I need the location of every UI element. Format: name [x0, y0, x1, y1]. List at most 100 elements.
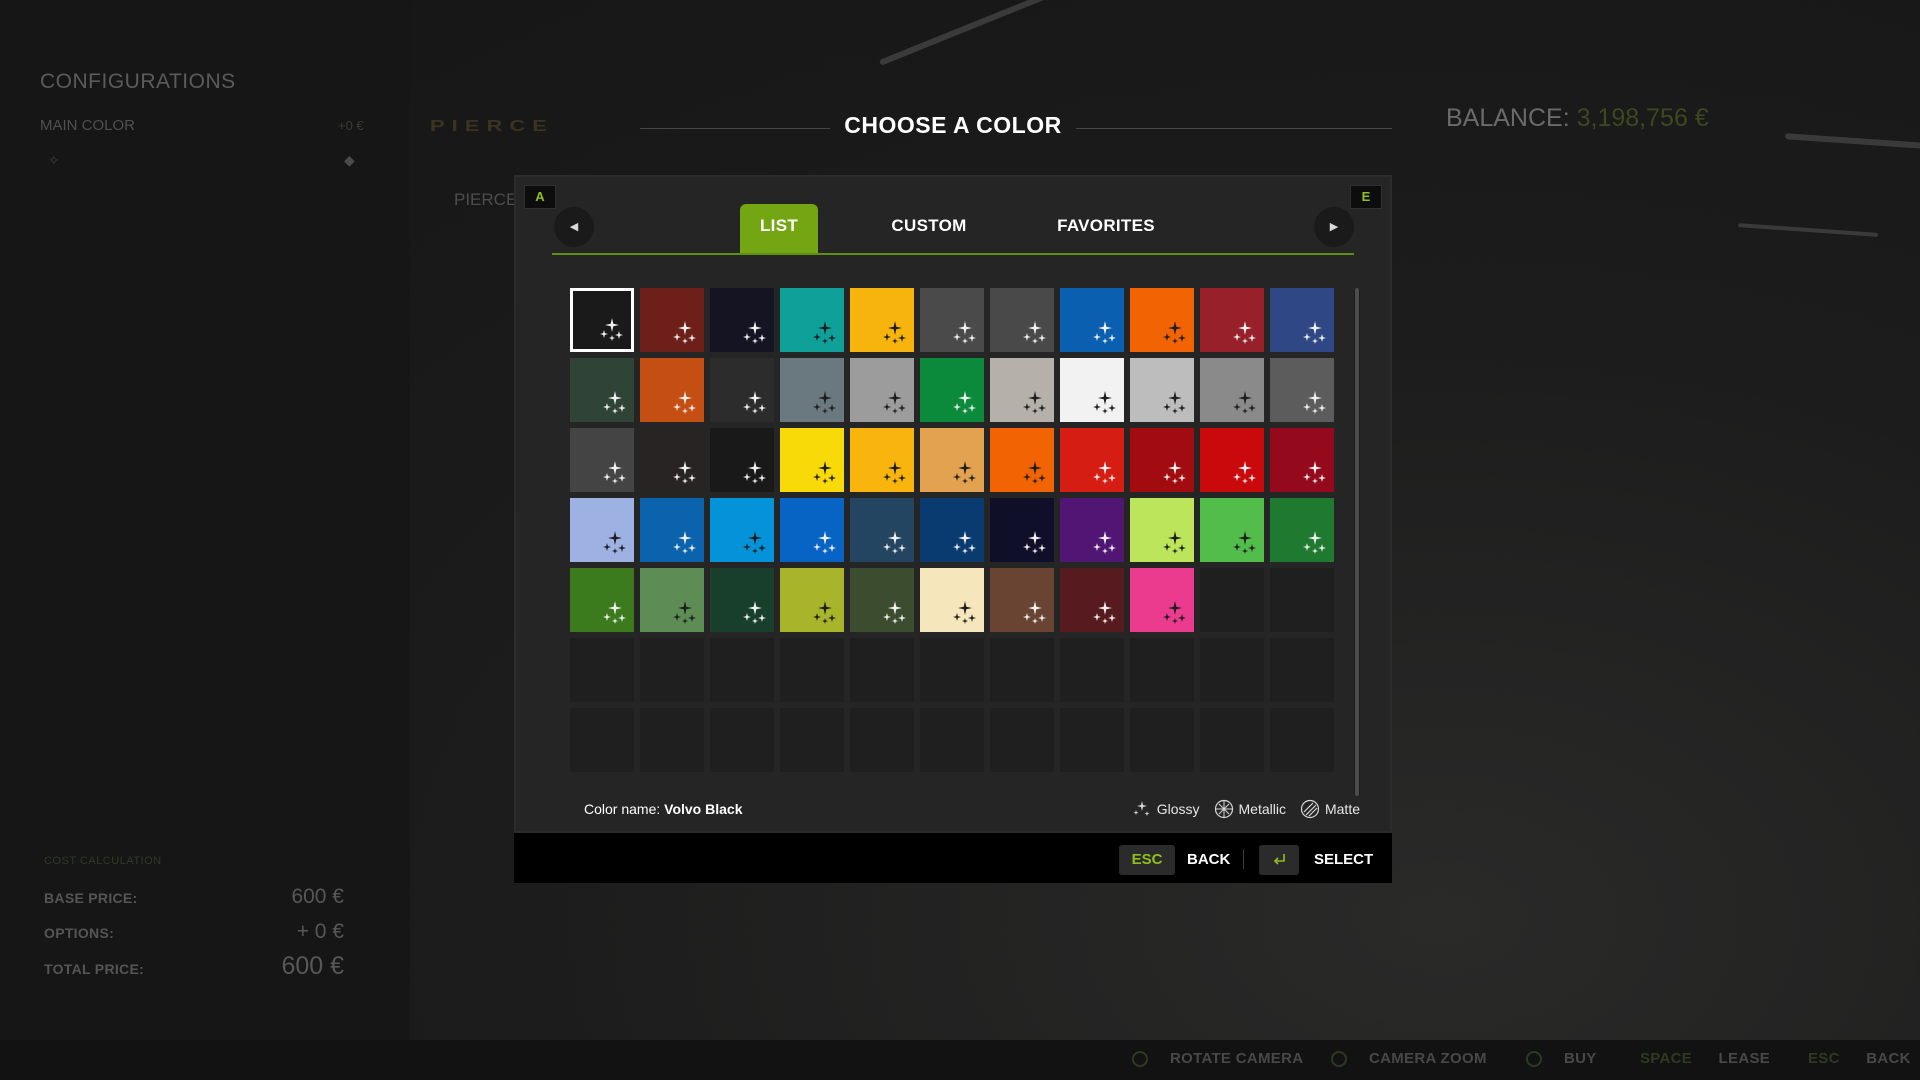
color-swatch[interactable]	[780, 358, 844, 422]
color-swatch[interactable]	[640, 288, 704, 352]
color-swatch[interactable]	[1060, 358, 1124, 422]
color-swatch[interactable]	[1270, 428, 1334, 492]
color-swatch[interactable]	[920, 568, 984, 632]
color-swatch[interactable]	[850, 428, 914, 492]
camera-zoom-hint[interactable]: CAMERA ZOOM	[1331, 1050, 1487, 1068]
back-hint[interactable]: ESC BACK	[1808, 1050, 1911, 1067]
color-swatch[interactable]	[850, 288, 914, 352]
color-swatch[interactable]	[1200, 288, 1264, 352]
main-color-price: +0 €	[338, 118, 364, 133]
lease-hint[interactable]: SPACE LEASE	[1640, 1050, 1770, 1067]
color-swatch[interactable]	[920, 428, 984, 492]
select-button[interactable]: SELECT	[1314, 851, 1373, 868]
empty-swatch-slot	[1200, 708, 1264, 772]
color-swatch[interactable]	[640, 358, 704, 422]
color-swatch[interactable]	[640, 428, 704, 492]
color-swatch[interactable]	[570, 428, 634, 492]
color-swatch[interactable]	[990, 568, 1054, 632]
enter-key-button[interactable]	[1259, 845, 1299, 875]
color-swatch[interactable]	[710, 428, 774, 492]
tab-favorites[interactable]: FAVORITES	[1036, 204, 1176, 255]
color-swatch[interactable]	[640, 568, 704, 632]
enter-key-icon	[1273, 854, 1285, 865]
color-swatch[interactable]	[780, 568, 844, 632]
footer-divider	[1243, 849, 1244, 869]
title-rule-right	[1076, 128, 1392, 129]
scrollbar-thumb[interactable]	[1355, 288, 1359, 796]
color-swatch[interactable]	[920, 498, 984, 562]
color-swatch[interactable]	[1130, 498, 1194, 562]
color-swatch[interactable]	[1270, 358, 1334, 422]
color-swatch[interactable]	[570, 288, 634, 352]
color-swatch[interactable]	[920, 288, 984, 352]
color-swatch[interactable]	[1060, 428, 1124, 492]
rotate-camera-hint[interactable]: ROTATE CAMERA	[1132, 1050, 1303, 1068]
next-tab-button[interactable]: ▶	[1314, 207, 1354, 247]
color-swatch[interactable]	[990, 498, 1054, 562]
buy-hint[interactable]: BUY	[1526, 1050, 1597, 1068]
glossy-icon	[953, 321, 976, 344]
tab-custom[interactable]: CUSTOM	[866, 204, 992, 255]
color-swatch[interactable]	[780, 288, 844, 352]
color-swatch[interactable]	[780, 428, 844, 492]
prev-tab-button[interactable]: ◀	[554, 207, 594, 247]
color-swatch[interactable]	[1130, 568, 1194, 632]
legend-glossy-label: Glossy	[1156, 801, 1200, 817]
color-swatch[interactable]	[850, 498, 914, 562]
color-swatch[interactable]	[710, 358, 774, 422]
grid-scrollbar[interactable]	[1354, 288, 1360, 796]
glossy-icon	[953, 391, 976, 414]
color-swatch[interactable]	[1060, 568, 1124, 632]
glossy-icon	[1023, 601, 1046, 624]
color-swatch[interactable]	[1130, 358, 1194, 422]
glossy-icon	[883, 461, 906, 484]
mouse-icon	[1132, 1051, 1148, 1068]
color-swatch[interactable]	[710, 288, 774, 352]
back-button[interactable]: BACK	[1187, 851, 1230, 868]
color-swatch[interactable]	[780, 498, 844, 562]
color-swatch[interactable]	[1200, 358, 1264, 422]
color-swatch[interactable]	[1200, 428, 1264, 492]
color-swatch[interactable]	[710, 498, 774, 562]
glossy-icon	[1163, 531, 1186, 554]
tab-list[interactable]: LIST	[740, 204, 818, 255]
glossy-icon	[1303, 321, 1326, 344]
color-swatch[interactable]	[1130, 428, 1194, 492]
color-swatch[interactable]	[570, 498, 634, 562]
glossy-icon	[603, 601, 626, 624]
glossy-icon	[813, 391, 836, 414]
color-swatch[interactable]	[850, 358, 914, 422]
color-swatch[interactable]	[1060, 498, 1124, 562]
color-swatch[interactable]	[850, 568, 914, 632]
glossy-icon	[1303, 461, 1326, 484]
color-swatch[interactable]	[920, 358, 984, 422]
color-swatch[interactable]	[570, 568, 634, 632]
color-swatch[interactable]	[1130, 288, 1194, 352]
brand-logo: PIERCE	[430, 116, 554, 135]
glossy-icon	[1163, 461, 1186, 484]
color-swatch[interactable]	[1270, 498, 1334, 562]
color-swatch[interactable]	[1270, 288, 1334, 352]
color-swatch[interactable]	[570, 358, 634, 422]
color-swatch[interactable]	[990, 428, 1054, 492]
empty-swatch-slot	[1270, 568, 1334, 632]
vehicle-subtitle: PIERCE	[454, 190, 518, 209]
main-color-label: MAIN COLOR	[40, 117, 136, 134]
glossy-icon	[1023, 461, 1046, 484]
empty-swatch-slot	[1270, 638, 1334, 702]
color-name-value: Volvo Black	[664, 801, 743, 817]
color-swatch[interactable]	[1200, 498, 1264, 562]
color-swatch[interactable]	[710, 568, 774, 632]
total-price-value: 600 €	[281, 952, 344, 980]
metallic-icon	[1214, 799, 1233, 819]
configurations-title: CONFIGURATIONS	[40, 70, 236, 93]
color-swatch[interactable]	[990, 358, 1054, 422]
esc-key-button[interactable]: ESC	[1119, 845, 1175, 875]
color-swatch[interactable]	[1060, 288, 1124, 352]
glossy-icon	[1233, 531, 1256, 554]
glossy-icon	[953, 531, 976, 554]
color-swatch[interactable]	[990, 288, 1054, 352]
color-swatch[interactable]	[640, 498, 704, 562]
dialog-footer: ESC BACK SELECT	[514, 833, 1392, 883]
empty-swatch-slot	[1200, 638, 1264, 702]
